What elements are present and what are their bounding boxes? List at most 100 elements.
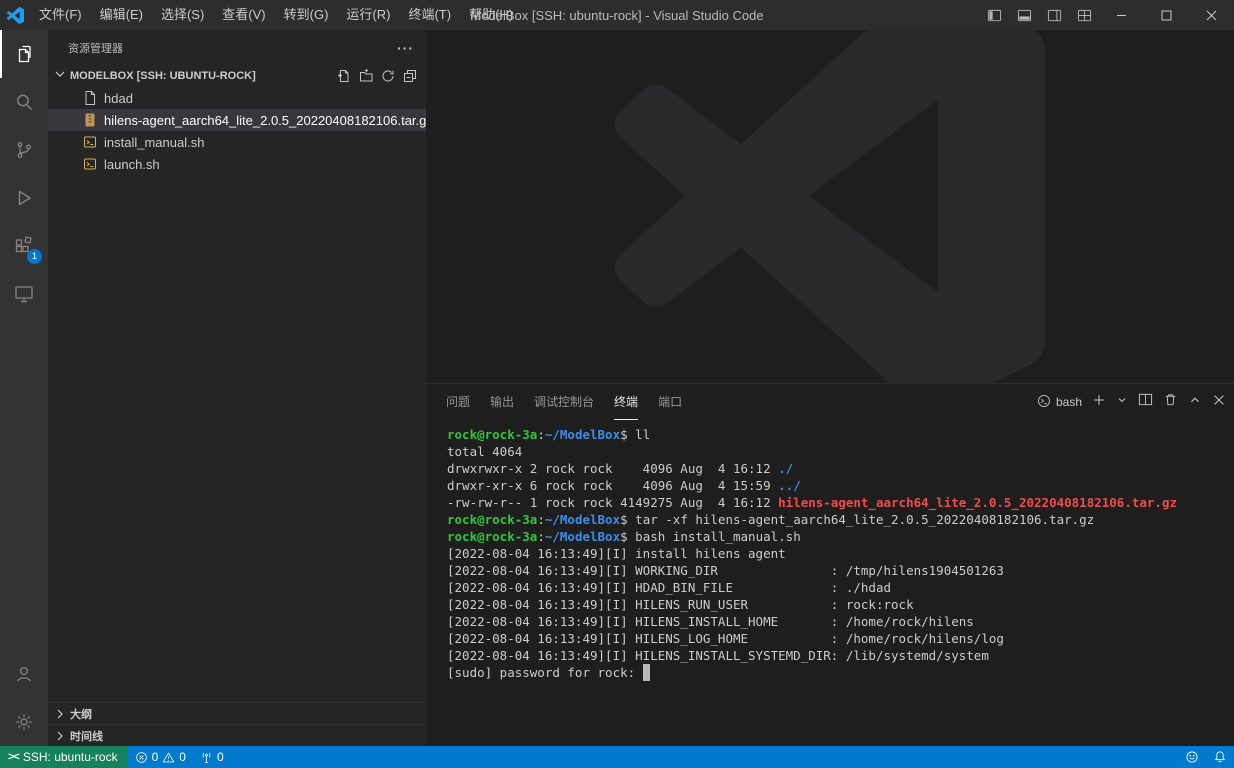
shell-icon [82,156,98,172]
new-file-icon[interactable] [336,68,352,84]
panel-tab[interactable]: 端口 [658,384,682,420]
menu-item[interactable]: 运行(R) [337,0,399,30]
trash-icon[interactable] [1163,392,1178,412]
remote-indicator[interactable]: >< SSH: ubuntu-rock [0,746,128,768]
menu-item[interactable]: 终端(T) [399,0,460,30]
menu-item[interactable]: 编辑(E) [91,0,152,30]
ports-status[interactable]: 0 [193,746,231,768]
error-icon [135,751,148,764]
panel-tab[interactable]: 问题 [446,384,470,420]
file-name: install_manual.sh [104,135,204,150]
terminal-line: rock@rock-3a:~/ModelBox$ tar -xf hilens-… [447,511,1224,528]
bell-icon[interactable] [1206,746,1234,768]
explorer-sidebar: 资源管理器 ··· MODELBOX [SSH: UBUNTU-ROCK] hd… [48,30,426,746]
explorer-icon[interactable] [0,30,48,78]
terminal-line: [2022-08-04 16:13:49][I] WORKING_DIR : /… [447,562,1224,579]
terminal-line: rock@rock-3a:~/ModelBox$ ll [447,426,1224,443]
outline-section-header[interactable]: 大纲 [48,702,426,724]
terminal-line: [sudo] password for rock: [447,664,1224,681]
terminal-line: drwxrwxr-x 2 rock rock 4096 Aug 4 16:12 … [447,460,1224,477]
maximize-icon[interactable] [1144,0,1189,30]
terminal-line: [2022-08-04 16:13:49][I] HILENS_INSTALL_… [447,613,1224,630]
title-bar: 文件(F)编辑(E)选择(S)查看(V)转到(G)运行(R)终端(T)帮助(H)… [0,0,1234,30]
extensions-badge: 1 [27,249,42,264]
file-row[interactable]: install_manual.sh [48,131,426,153]
close-panel-icon[interactable] [1212,393,1226,412]
menu-item[interactable]: 查看(V) [213,0,274,30]
terminal-line: rock@rock-3a:~/ModelBox$ bash install_ma… [447,528,1224,545]
settings-gear-icon[interactable] [0,698,48,746]
file-row[interactable]: launch.sh [48,153,426,175]
panel-tab[interactable]: 调试控制台 [534,384,594,420]
chevron-up-icon[interactable] [1188,393,1202,412]
feedback-icon[interactable] [1178,746,1206,768]
archive-icon [82,112,98,128]
terminal-line: [2022-08-04 16:13:49][I] install hilens … [447,545,1224,562]
activity-bar: 1 [0,30,48,746]
toggle-panel-icon[interactable] [1009,0,1039,30]
terminal-line: total 4064 [447,443,1224,460]
timeline-section-header[interactable]: 时间线 [48,724,426,746]
menu-item[interactable]: 转到(G) [275,0,338,30]
terminal-output[interactable]: rock@rock-3a:~/ModelBox$ lltotal 4064drw… [426,420,1234,746]
file-name: hdad [104,91,133,106]
extensions-icon[interactable]: 1 [0,222,48,270]
new-folder-icon[interactable] [358,68,374,84]
remote-label: SSH: ubuntu-rock [23,750,118,764]
ports-count: 0 [217,750,224,764]
editor-area [426,30,1234,383]
run-debug-icon[interactable] [0,174,48,222]
terminal-line: [2022-08-04 16:13:49][I] HDAD_BIN_FILE :… [447,579,1224,596]
collapse-all-icon[interactable] [402,68,418,84]
customize-layout-icon[interactable] [1069,0,1099,30]
terminal-line: [2022-08-04 16:13:49][I] HILENS_INSTALL_… [447,647,1224,664]
refresh-icon[interactable] [380,68,396,84]
menu-item[interactable]: 文件(F) [30,0,91,30]
file-row[interactable]: hilens-agent_aarch64_lite_2.0.5_20220408… [48,109,426,131]
warning-icon [162,751,175,764]
menu-item[interactable]: 帮助(H) [460,0,522,30]
new-terminal-icon[interactable] [1092,393,1106,412]
bash-terminal-icon [1037,394,1051,411]
workspace-section-label: MODELBOX [SSH: UBUNTU-ROCK] [70,70,256,82]
chevron-right-icon [52,706,68,722]
timeline-label: 时间线 [70,728,103,744]
warning-count: 0 [179,750,186,764]
terminal-line: -rw-rw-r-- 1 rock rock 4149275 Aug 4 16:… [447,494,1224,511]
close-icon[interactable] [1189,0,1234,30]
shell-picker[interactable]: bash [1037,394,1082,411]
problems-status[interactable]: 0 0 [128,746,193,768]
menu-bar: 文件(F)编辑(E)选择(S)查看(V)转到(G)运行(R)终端(T)帮助(H) [30,0,522,30]
shell-icon [82,134,98,150]
vscode-logo-icon [0,7,30,24]
explorer-section-header[interactable]: MODELBOX [SSH: UBUNTU-ROCK] [48,65,426,87]
toggle-secondary-sidebar-icon[interactable] [1039,0,1069,30]
menu-item[interactable]: 选择(S) [152,0,213,30]
account-icon[interactable] [0,650,48,698]
chevron-down-icon [52,66,68,87]
panel-tab[interactable]: 终端 [614,384,638,420]
file-row[interactable]: hdad [48,87,426,109]
more-actions-icon[interactable]: ··· [397,40,414,56]
radio-tower-icon [200,751,213,764]
file-name: hilens-agent_aarch64_lite_2.0.5_20220408… [104,113,426,128]
search-icon[interactable] [0,78,48,126]
terminal-line: [2022-08-04 16:13:49][I] HILENS_RUN_USER… [447,596,1224,613]
bottom-panel: 问题输出调试控制台终端端口 bash rock@rock [426,383,1234,746]
source-control-icon[interactable] [0,126,48,174]
terminal-line: [2022-08-04 16:13:49][I] HILENS_LOG_HOME… [447,630,1224,647]
file-name: launch.sh [104,157,160,172]
remote-icon: >< [8,751,19,763]
vscode-window: 文件(F)编辑(E)选择(S)查看(V)转到(G)运行(R)终端(T)帮助(H)… [0,0,1234,768]
split-terminal-icon[interactable] [1138,392,1153,412]
outline-label: 大纲 [70,706,92,722]
sidebar-title: 资源管理器 [68,40,123,56]
minimize-icon[interactable] [1099,0,1144,30]
panel-tab[interactable]: 输出 [490,384,514,420]
remote-explorer-icon[interactable] [0,270,48,318]
panel-tabs: 问题输出调试控制台终端端口 [446,384,682,420]
chevron-down-icon[interactable] [1116,393,1128,411]
shell-label: bash [1056,395,1082,409]
toggle-sidebar-icon[interactable] [979,0,1009,30]
file-icon [82,90,98,106]
